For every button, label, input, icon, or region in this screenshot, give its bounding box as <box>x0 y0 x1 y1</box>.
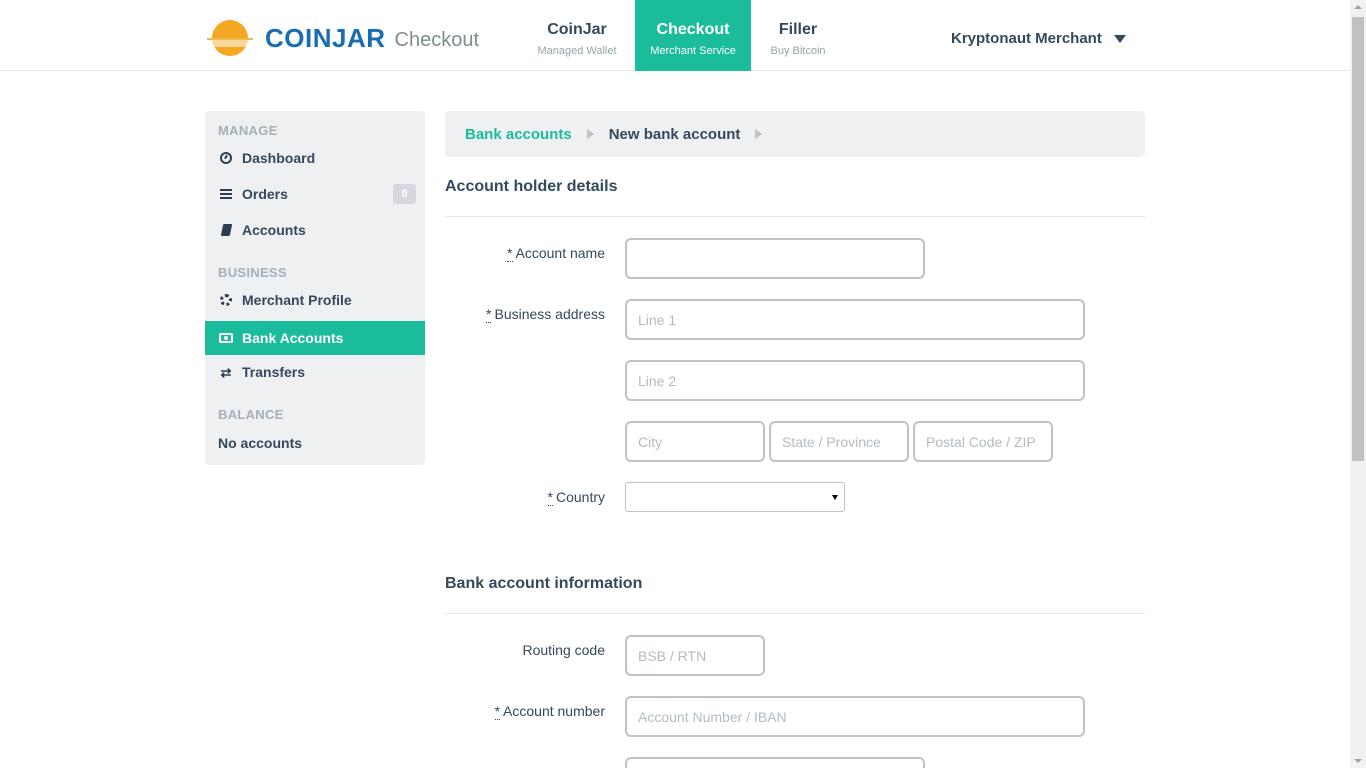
section-divider <box>445 613 1145 614</box>
section-title-bank-account: Bank account information <box>445 575 643 592</box>
sidebar-item-label: Accounts <box>242 222 306 238</box>
sidebar-item-merchant-profile[interactable]: Merchant Profile <box>205 283 425 317</box>
nav-filler-subtitle: Buy Bitcoin <box>770 45 826 57</box>
sidebar-item-label: Merchant Profile <box>242 292 352 308</box>
sidebar-item-orders[interactable]: Orders 0 <box>205 177 425 211</box>
sun-logo-icon <box>205 18 255 58</box>
required-marker: * <box>507 245 513 262</box>
breadcrumb-current: New bank account <box>608 125 741 143</box>
sidebar-heading-manage: MANAGE <box>218 123 278 138</box>
sidebar-item-dashboard[interactable]: Dashboard <box>205 141 425 175</box>
required-marker: * <box>494 703 501 720</box>
nav-coinjar[interactable]: CoinJar Managed Wallet <box>519 0 635 71</box>
business-address-label: * Business address <box>445 306 605 323</box>
money-icon <box>219 331 233 345</box>
scroll-up-arrow-icon[interactable] <box>1354 5 1362 9</box>
postal-code-input[interactable] <box>913 421 1053 462</box>
account-number-label-text: Account number <box>503 703 605 719</box>
brand-name: COINJAR <box>265 22 386 53</box>
sidebar-heading-business: BUSINESS <box>218 265 287 280</box>
city-input[interactable] <box>625 421 765 462</box>
user-name: Kryptonaut Merchant <box>951 30 1102 47</box>
scrollbar-thumb[interactable] <box>1352 17 1364 461</box>
country-label-text: Country <box>555 489 605 505</box>
account-name-label: * Account name <box>445 245 606 262</box>
coinjar-logo[interactable]: COINJAR Checkout <box>205 18 479 58</box>
nav-filler-title: Filler <box>778 21 818 38</box>
breadcrumb-separator-icon <box>586 129 594 139</box>
sidebar-item-label: Orders <box>242 186 288 202</box>
breadcrumb: Bank accounts New bank account <box>445 111 1145 157</box>
routing-code-label: Routing code <box>445 642 605 658</box>
exchange-icon: ⇄ <box>220 364 232 380</box>
sidebar-item-transfers[interactable]: ⇄ Transfers <box>205 355 425 389</box>
country-label: * Country <box>445 489 605 506</box>
state-province-input[interactable] <box>769 421 909 462</box>
nav-checkout-title: Checkout <box>656 21 730 38</box>
balance-value: No accounts <box>218 435 303 451</box>
address-line2-input[interactable] <box>625 360 1085 401</box>
breadcrumb-bank-accounts-link[interactable]: Bank accounts <box>465 126 572 143</box>
required-marker: * <box>547 489 553 506</box>
page-scrollbar[interactable] <box>1350 0 1366 768</box>
sidebar-item-bank-accounts[interactable]: Bank Accounts <box>205 321 425 355</box>
brand-product: Checkout <box>394 29 480 51</box>
next-field-input[interactable] <box>625 757 925 768</box>
select-arrow-icon <box>832 494 838 500</box>
breadcrumb-separator-icon <box>755 129 763 139</box>
routing-code-label-text: Routing code <box>522 642 605 658</box>
sidebar-item-accounts[interactable]: Accounts <box>205 213 425 247</box>
sidebar-item-label: Bank Accounts <box>242 330 344 346</box>
book-icon <box>219 223 233 237</box>
account-name-input[interactable] <box>625 238 925 279</box>
top-header: COINJAR Checkout CoinJar Managed Wallet … <box>0 0 1350 71</box>
sidebar-item-label: Dashboard <box>242 150 316 166</box>
account-number-input[interactable] <box>625 696 1085 737</box>
section-divider <box>445 216 1145 217</box>
nav-coinjar-title: CoinJar <box>547 21 607 38</box>
sidebar-item-label: Transfers <box>242 364 306 380</box>
sidebar: MANAGE Dashboard Orders 0 Accounts BUSIN… <box>205 111 425 465</box>
account-number-label: * Account number <box>445 703 605 720</box>
nav-filler[interactable]: Filler Buy Bitcoin <box>751 0 845 71</box>
scroll-down-arrow-icon[interactable] <box>1354 759 1362 763</box>
required-marker: * <box>486 306 492 323</box>
nav-checkout-subtitle: Merchant Service <box>650 45 736 57</box>
section-title-account-holder: Account holder details <box>445 178 618 195</box>
nav-coinjar-subtitle: Managed Wallet <box>537 45 617 57</box>
routing-code-input[interactable] <box>625 635 765 676</box>
country-select[interactable] <box>625 482 845 512</box>
caret-down-icon <box>1113 34 1126 43</box>
nav-checkout[interactable]: Checkout Merchant Service <box>635 0 751 71</box>
account-name-label-text: Account name <box>515 245 606 261</box>
user-menu-dropdown[interactable]: Kryptonaut Merchant <box>951 30 1126 47</box>
gear-icon <box>219 293 233 307</box>
address-line1-input[interactable] <box>625 299 1085 340</box>
list-icon <box>219 187 233 201</box>
orders-count-badge: 0 <box>393 184 416 204</box>
top-navigation: CoinJar Managed Wallet Checkout Merchant… <box>519 0 845 71</box>
dashboard-icon <box>219 151 233 165</box>
business-address-label-text: Business address <box>494 306 605 322</box>
sidebar-heading-balance: BALANCE <box>218 407 284 422</box>
